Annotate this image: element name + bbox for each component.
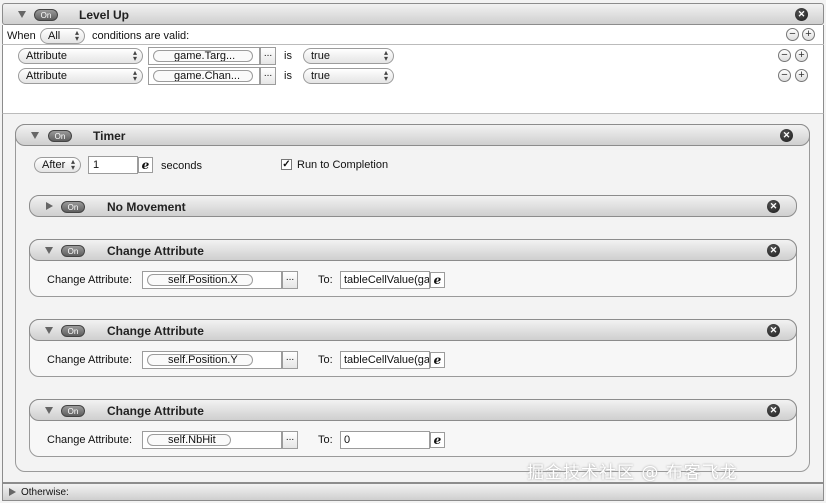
popup-arrows-icon: ▴ ▾ <box>383 48 388 63</box>
to-expression-icon[interactable]: e <box>430 352 445 368</box>
timer-title: Timer <box>93 129 126 143</box>
change-attribute-title: Change Attribute <box>107 244 204 258</box>
add-condition-button[interactable]: + <box>795 69 808 82</box>
no-movement-close-icon[interactable]: ✕ <box>767 200 780 213</box>
to-value: tableCellValue(ga <box>344 274 430 286</box>
no-movement-header: On No Movement ✕ <box>29 195 797 217</box>
when-label: When <box>7 30 36 42</box>
condition-value-popup[interactable]: true ▴ ▾ <box>303 48 394 64</box>
expand-triangle-icon[interactable] <box>46 202 53 210</box>
expand-triangle-icon[interactable] <box>9 488 16 496</box>
condition-mode-value: All <box>48 30 61 42</box>
popup-arrows-icon: ▴ ▾ <box>132 48 137 63</box>
divider <box>2 44 824 45</box>
condition-type-value: Attribute <box>26 70 67 82</box>
to-label: To: <box>318 274 333 286</box>
attribute-token[interactable]: self.Position.Y <box>147 354 253 366</box>
attribute-browse-button[interactable]: ... <box>282 431 298 449</box>
collapse-triangle-icon[interactable] <box>45 407 53 414</box>
add-condition-group-button[interactable]: + <box>802 28 815 41</box>
add-condition-button[interactable]: + <box>795 49 808 62</box>
condition-target-token[interactable]: game.Chan... <box>153 70 253 82</box>
otherwise-label: Otherwise: <box>21 487 69 498</box>
condition-type-popup[interactable]: Attribute ▴ ▾ <box>18 48 143 64</box>
conditions-suffix-label: conditions are valid: <box>92 30 190 42</box>
change-attribute-label: Change Attribute: <box>47 434 133 446</box>
to-value: tableCellValue(ga <box>344 354 430 366</box>
otherwise-bar: Otherwise: <box>2 483 824 501</box>
condition-target-browse-button[interactable]: ... <box>260 67 276 85</box>
timer-amount-field[interactable]: 1 <box>88 156 138 174</box>
to-label: To: <box>318 354 333 366</box>
to-value-field[interactable]: tableCellValue(ga <box>340 351 430 369</box>
rule-close-icon[interactable]: ✕ <box>795 8 808 21</box>
to-value-field[interactable]: tableCellValue(ga <box>340 271 430 289</box>
attribute-field[interactable]: self.Position.X <box>142 271 282 289</box>
to-value: 0 <box>344 434 351 446</box>
condition-type-value: Attribute <box>26 50 67 62</box>
change-attribute-header: On Change Attribute ✕ <box>29 319 797 341</box>
no-movement-title: No Movement <box>107 200 186 214</box>
change-attribute-close-icon[interactable]: ✕ <box>767 324 780 337</box>
remove-condition-button[interactable]: − <box>778 69 791 82</box>
popup-arrows-icon: ▴ ▾ <box>70 157 75 172</box>
condition-operator-label: is <box>284 70 292 82</box>
condition-target-field[interactable]: game.Chan... <box>148 67 260 85</box>
change-attribute-on-toggle[interactable]: On <box>61 245 85 257</box>
to-value-field[interactable]: 0 <box>340 431 430 449</box>
popup-arrows-icon: ▴ ▾ <box>132 68 137 83</box>
condition-value-popup[interactable]: true ▴ ▾ <box>303 68 394 84</box>
condition-mode-popup[interactable]: All ▴ ▾ <box>40 28 85 44</box>
timer-mode-value: After <box>42 159 66 171</box>
timer-on-toggle[interactable]: On <box>48 130 72 142</box>
change-attribute-header: On Change Attribute ✕ <box>29 239 797 261</box>
attribute-field[interactable]: self.NbHit <box>142 431 282 449</box>
rule-header: On Level Up ✕ <box>2 3 824 25</box>
change-attribute-on-toggle[interactable]: On <box>61 325 85 337</box>
popup-arrows-icon: ▴ ▾ <box>383 68 388 83</box>
collapse-triangle-icon[interactable] <box>31 132 39 139</box>
condition-target-token[interactable]: game.Targ... <box>153 50 253 62</box>
change-attribute-title: Change Attribute <box>107 404 204 418</box>
collapse-triangle-icon[interactable] <box>18 11 26 18</box>
condition-value: true <box>311 50 330 62</box>
run-to-completion-checkbox[interactable]: ✓ <box>281 159 292 170</box>
timer-unit-label: seconds <box>161 160 202 172</box>
remove-condition-button[interactable]: − <box>778 49 791 62</box>
attribute-token[interactable]: self.NbHit <box>147 434 231 446</box>
condition-value: true <box>311 70 330 82</box>
timer-amount-value: 1 <box>93 159 100 171</box>
attribute-browse-button[interactable]: ... <box>282 351 298 369</box>
timer-close-icon[interactable]: ✕ <box>780 129 793 142</box>
attribute-browse-button[interactable]: ... <box>282 271 298 289</box>
timer-expression-icon[interactable]: e <box>138 157 153 173</box>
attribute-field[interactable]: self.Position.Y <box>142 351 282 369</box>
change-attribute-title: Change Attribute <box>107 324 204 338</box>
change-attribute-label: Change Attribute: <box>47 354 133 366</box>
change-attribute-on-toggle[interactable]: On <box>61 405 85 417</box>
to-expression-icon[interactable]: e <box>430 272 445 288</box>
rule-title: Level Up <box>79 8 130 22</box>
rule-on-toggle[interactable]: On <box>34 9 58 21</box>
change-attribute-label: Change Attribute: <box>47 274 133 286</box>
no-movement-on-toggle[interactable]: On <box>61 201 85 213</box>
collapse-triangle-icon[interactable] <box>45 247 53 254</box>
attribute-token[interactable]: self.Position.X <box>147 274 253 286</box>
timer-mode-popup[interactable]: After ▴ ▾ <box>34 157 81 173</box>
collapse-triangle-icon[interactable] <box>45 327 53 334</box>
popup-arrows-icon: ▴ ▾ <box>74 28 79 43</box>
change-attribute-header: On Change Attribute ✕ <box>29 399 797 421</box>
change-attribute-close-icon[interactable]: ✕ <box>767 404 780 417</box>
watermark: 掘金技术社区 @ 布客飞龙 <box>527 463 738 483</box>
condition-target-browse-button[interactable]: ... <box>260 47 276 65</box>
to-expression-icon[interactable]: e <box>430 432 445 448</box>
condition-type-popup[interactable]: Attribute ▴ ▾ <box>18 68 143 84</box>
run-to-completion-label: Run to Completion <box>297 159 389 171</box>
change-attribute-close-icon[interactable]: ✕ <box>767 244 780 257</box>
to-label: To: <box>318 434 333 446</box>
condition-target-field[interactable]: game.Targ... <box>148 47 260 65</box>
remove-condition-group-button[interactable]: − <box>786 28 799 41</box>
condition-operator-label: is <box>284 50 292 62</box>
timer-header: On Timer ✕ <box>15 124 810 146</box>
